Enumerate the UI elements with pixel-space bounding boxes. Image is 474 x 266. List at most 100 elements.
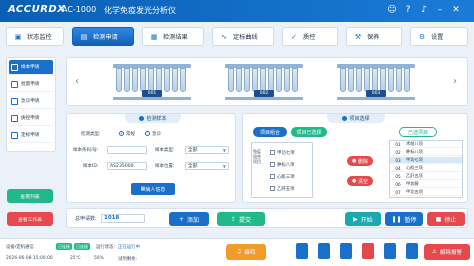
pause-button[interactable]: ❚❚ 暂停 bbox=[385, 212, 423, 226]
sidebar-item-batch-apply[interactable]: 批量申请 bbox=[9, 77, 53, 92]
waste-icon[interactable] bbox=[362, 243, 374, 259]
table-row[interactable]: 07 甲功五项 bbox=[390, 189, 462, 196]
list-item[interactable]: 肿标八项 bbox=[270, 161, 295, 168]
sample-tube[interactable] bbox=[364, 68, 370, 92]
stop-button[interactable]: ■ 停止 bbox=[427, 212, 465, 226]
notification-icon[interactable]: ♪ bbox=[418, 4, 430, 16]
item-selected-tab[interactable]: 项目已选择 bbox=[291, 127, 327, 137]
buzzer-button[interactable]: ♫ 蜂鸣 bbox=[226, 244, 266, 260]
sample-tube[interactable] bbox=[180, 68, 186, 92]
tab-test-apply[interactable]: ▤ 检测申请 bbox=[72, 27, 134, 46]
reagent-icon[interactable] bbox=[296, 243, 308, 259]
clear-button[interactable]: ● 清空 bbox=[347, 176, 373, 186]
delete-button[interactable]: ● 删除 bbox=[347, 156, 373, 166]
sample-panel-icon bbox=[139, 116, 145, 121]
sample-position-select[interactable]: 全部 ▼ bbox=[185, 162, 229, 170]
sidebar-item-emergency-apply[interactable]: 急诊申请 bbox=[9, 94, 53, 109]
tab-qc[interactable]: ✓ 质控 bbox=[282, 27, 338, 46]
list-item[interactable]: 甲功七项 bbox=[270, 149, 295, 156]
sample-tube[interactable] bbox=[236, 68, 242, 92]
tab-status-monitor[interactable]: ▣ 状态监控 bbox=[6, 27, 64, 46]
clear-icon: ● bbox=[352, 178, 357, 184]
sample-tube[interactable] bbox=[156, 68, 162, 92]
substrate-icon[interactable] bbox=[340, 243, 352, 259]
tab-settings[interactable]: ⚙ 设置 bbox=[410, 27, 468, 46]
list-item[interactable]: 乙肝五项 bbox=[270, 185, 295, 192]
tab-calibration-curve[interactable]: ∿ 定标曲线 bbox=[212, 27, 274, 46]
sample-tube[interactable] bbox=[116, 68, 122, 92]
table-row[interactable]: 02 肿标八项 bbox=[390, 149, 462, 156]
view-worksheet-button[interactable]: 查看工作表 bbox=[7, 212, 53, 226]
checkbox[interactable] bbox=[270, 174, 275, 179]
close-icon[interactable]: ✕ bbox=[450, 4, 462, 16]
selected-items-label: 已选项目 bbox=[399, 127, 437, 137]
lis-status-badge: 已连接 bbox=[74, 243, 90, 250]
cuvette-icon[interactable] bbox=[406, 243, 418, 259]
sample-tube[interactable] bbox=[404, 68, 410, 92]
sample-tube[interactable] bbox=[380, 68, 386, 92]
table-row[interactable]: 03 甲功七项 bbox=[390, 157, 462, 164]
sample-barcode-input[interactable] bbox=[107, 146, 147, 154]
table-row[interactable]: 05 乙肝五项 bbox=[390, 173, 462, 180]
rack-position-label: 001 bbox=[142, 90, 162, 97]
sample-tube[interactable] bbox=[164, 68, 170, 92]
add-button[interactable]: + 添加 bbox=[169, 212, 209, 226]
sample-info-panel: 检测样本 检测类型: 常规 急诊 样本条码/号: 样本类型: 全部 ▼ 样本ID:… bbox=[66, 113, 236, 203]
sample-tube[interactable] bbox=[228, 68, 234, 92]
start-button[interactable]: ▶ 开始 bbox=[345, 212, 381, 226]
monitor-icon: ▣ bbox=[14, 32, 22, 41]
sample-tube[interactable] bbox=[388, 68, 394, 92]
rack-next-icon[interactable]: › bbox=[453, 76, 457, 87]
checkbox[interactable] bbox=[270, 186, 275, 191]
rack-prev-icon[interactable]: ‹ bbox=[75, 76, 79, 87]
sidebar-item-sample-apply[interactable]: 样本申请 bbox=[9, 60, 53, 75]
sample-tube[interactable] bbox=[172, 68, 178, 92]
sample-tube[interactable] bbox=[148, 68, 154, 92]
sample-tube[interactable] bbox=[132, 68, 138, 92]
checkbox[interactable] bbox=[270, 162, 275, 167]
user-icon[interactable]: ☺ bbox=[386, 4, 398, 16]
sample-tube[interactable] bbox=[268, 68, 274, 92]
sample-type-select[interactable]: 全部 ▼ bbox=[185, 146, 229, 154]
sample-tube[interactable] bbox=[356, 68, 362, 92]
rack-position[interactable]: 001 bbox=[113, 64, 191, 102]
sample-tube[interactable] bbox=[276, 68, 282, 92]
minimize-icon[interactable]: – bbox=[434, 4, 446, 16]
checkbox[interactable] bbox=[270, 150, 275, 155]
sample-tube[interactable] bbox=[252, 68, 258, 92]
test-type-routine-radio[interactable] bbox=[119, 131, 124, 136]
brand-logo: ACCURDX bbox=[8, 4, 66, 15]
patient-info-button[interactable]: ▦ 病人信息 bbox=[131, 183, 175, 195]
list-item[interactable]: 心肌三项 bbox=[270, 173, 295, 180]
sample-tube[interactable] bbox=[124, 68, 130, 92]
tip-icon[interactable] bbox=[384, 243, 396, 259]
table-row[interactable]: 06 甲状腺 bbox=[390, 181, 462, 188]
sidebar-item-calibration-apply[interactable]: 定标申请 bbox=[9, 128, 53, 143]
sample-tube[interactable] bbox=[284, 68, 290, 92]
sample-id-input[interactable]: AS235000 bbox=[107, 162, 147, 170]
rack-position[interactable]: 003 bbox=[337, 64, 415, 102]
sample-tube[interactable] bbox=[372, 68, 378, 92]
view-list-button[interactable]: 查看列表 bbox=[7, 189, 53, 203]
sample-tube[interactable] bbox=[396, 68, 402, 92]
sample-tube[interactable] bbox=[260, 68, 266, 92]
sample-tube[interactable] bbox=[140, 68, 146, 92]
diluent-icon[interactable] bbox=[318, 243, 330, 259]
submit-button[interactable]: ⇪ 提交 bbox=[217, 212, 265, 226]
item-combo-tab[interactable]: 项目组合 bbox=[253, 127, 287, 137]
sample-tube[interactable] bbox=[340, 68, 346, 92]
tab-maintenance[interactable]: ⚒ 保养 bbox=[346, 27, 402, 46]
help-icon[interactable]: ? bbox=[402, 4, 414, 16]
table-row[interactable]: 04 心肌三项 bbox=[390, 165, 462, 172]
test-type-emergency-radio[interactable] bbox=[145, 131, 150, 136]
sample-tube[interactable] bbox=[292, 68, 298, 92]
sample-tube[interactable] bbox=[348, 68, 354, 92]
tab-test-result[interactable]: ▦ 检测结果 bbox=[142, 27, 204, 46]
sample-tube[interactable] bbox=[244, 68, 250, 92]
clear-alarm-button[interactable]: ⚠ 解除报警 bbox=[424, 244, 470, 260]
rack-position[interactable]: 002 bbox=[225, 64, 303, 102]
table-row[interactable]: 01 术前八项 bbox=[390, 141, 462, 148]
sample-rack-panel: ‹ › 001 002 003 bbox=[66, 57, 468, 106]
total-requests-label: 总申请数: bbox=[75, 216, 97, 222]
sidebar-item-qc-apply[interactable]: 质控申请 bbox=[9, 111, 53, 126]
